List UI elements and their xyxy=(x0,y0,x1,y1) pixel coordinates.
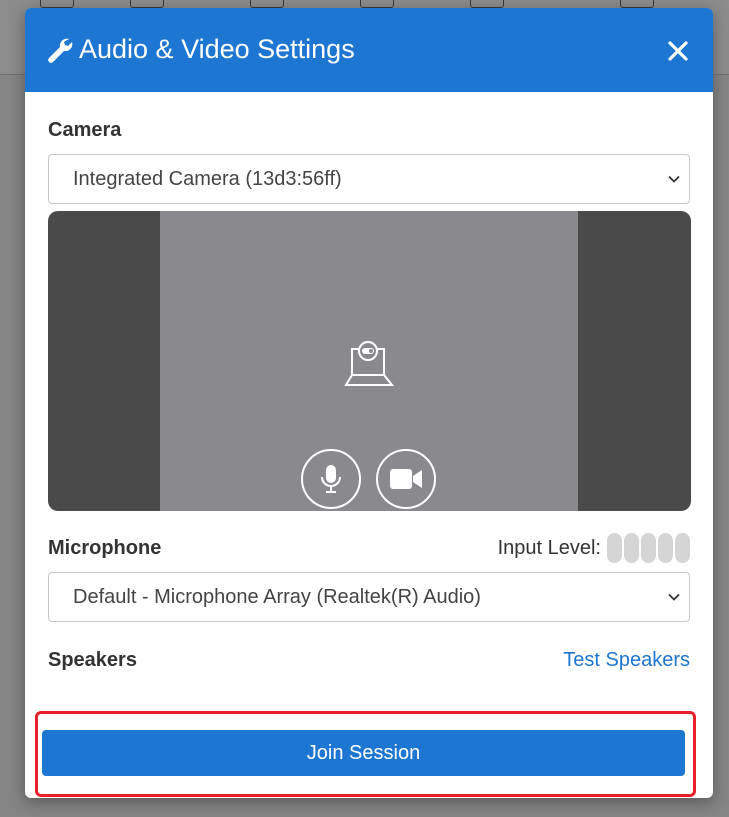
camera-select-value: Integrated Camera (13d3:56ff) xyxy=(73,167,342,190)
microphone-label: Microphone xyxy=(48,537,162,559)
input-level-bar xyxy=(658,533,673,563)
microphone-icon xyxy=(321,465,341,493)
dialog-header: Audio & Video Settings xyxy=(25,8,713,92)
input-level-bar xyxy=(624,533,639,563)
input-level-bar xyxy=(607,533,622,563)
dialog-title-group: Audio & Video Settings xyxy=(47,34,355,65)
speakers-label: Speakers xyxy=(48,649,137,671)
close-icon xyxy=(668,41,688,61)
wrench-icon xyxy=(48,38,73,63)
camera-off-icon xyxy=(344,341,394,386)
dialog-title: Audio & Video Settings xyxy=(79,34,355,64)
close-button[interactable] xyxy=(661,34,695,68)
camera-select[interactable]: Integrated Camera (13d3:56ff) xyxy=(48,154,690,204)
microphone-select[interactable]: Default - Microphone Array (Realtek(R) A… xyxy=(48,572,690,622)
test-speakers-link[interactable]: Test Speakers xyxy=(563,649,690,672)
input-level-bar xyxy=(641,533,656,563)
join-session-button[interactable]: Join Session xyxy=(42,730,685,776)
settings-dialog: Audio & Video Settings Camera Integrated… xyxy=(25,8,713,798)
input-level-label: Input Level: xyxy=(497,536,601,559)
input-level-bar xyxy=(675,533,690,563)
camera-preview xyxy=(48,211,691,511)
video-toggle-button[interactable] xyxy=(376,449,436,509)
video-camera-icon xyxy=(390,469,422,489)
camera-label: Camera xyxy=(48,119,122,141)
input-level-meter: Input Level: xyxy=(498,533,690,563)
chevron-down-icon xyxy=(668,593,680,601)
microphone-toggle-button[interactable] xyxy=(301,449,361,509)
microphone-select-value: Default - Microphone Array (Realtek(R) A… xyxy=(73,585,481,608)
chevron-down-icon xyxy=(668,175,680,183)
